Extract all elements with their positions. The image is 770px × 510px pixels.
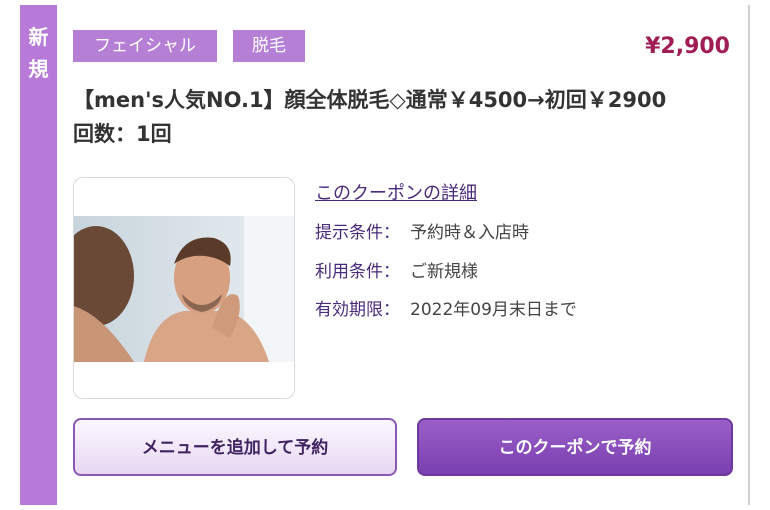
man-shaving-photo (74, 216, 294, 362)
detail-key: 有効期限： (315, 300, 400, 320)
coupon-title-line-2: 回数：1回 (73, 122, 172, 146)
new-badge-strip: 新 規 (20, 5, 57, 505)
detail-row-usage: 利用条件： ご新規様 (315, 259, 478, 285)
detail-row-presentation: 提示条件： 予約時＆入店時 (315, 220, 529, 246)
detail-value: 2022年09月末日まで (410, 300, 577, 320)
detail-row-expiry: 有効期限： 2022年09月末日まで (315, 297, 577, 323)
coupon-page: 新 規 フェイシャル 脱毛 ¥2,900 【men's人気NO.1】顔全体脱毛◇… (0, 0, 770, 510)
new-badge-char-2: 規 (28, 57, 49, 81)
tag-hair-removal: 脱毛 (233, 30, 305, 62)
coupon-price: ¥2,900 (645, 34, 730, 59)
coupon-card: フェイシャル 脱毛 ¥2,900 【men's人気NO.1】顔全体脱毛◇通常￥4… (57, 5, 750, 505)
tag-facial: フェイシャル (73, 30, 217, 62)
book-with-coupon-button[interactable]: このクーポンで予約 (417, 418, 733, 476)
detail-value: ご新規様 (410, 262, 478, 282)
coupon-title: 【men's人気NO.1】顔全体脱毛◇通常￥4500→初回￥2900 回数：1回 (73, 83, 743, 151)
coupon-title-line-1: 【men's人気NO.1】顔全体脱毛◇通常￥4500→初回￥2900 (73, 88, 667, 112)
add-menu-and-book-button[interactable]: メニューを追加して予約 (73, 418, 397, 476)
detail-key: 利用条件： (315, 262, 400, 282)
detail-value: 予約時＆入店時 (410, 223, 529, 243)
coupon-detail-link[interactable]: このクーポンの詳細 (315, 181, 477, 207)
coupon-image (73, 177, 295, 399)
new-badge-char-1: 新 (28, 25, 49, 49)
detail-key: 提示条件： (315, 223, 400, 243)
